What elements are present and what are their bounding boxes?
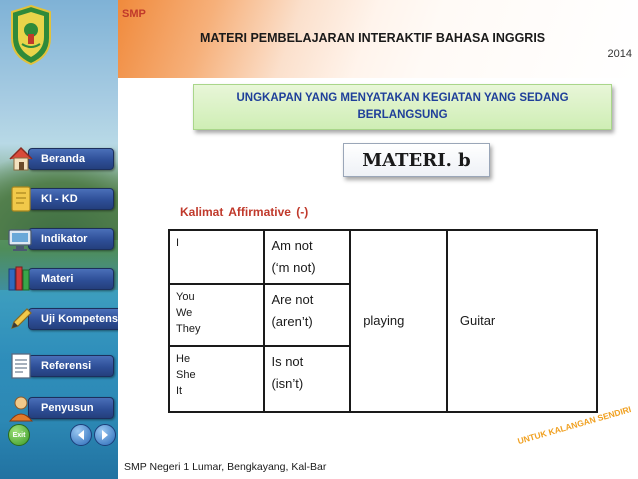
subject-text: It [176,385,183,397]
header-banner: SMP MATERI PEMBELAJARAN INTERAKTIF BAHAS… [118,0,638,78]
subject-text: They [176,323,201,335]
subject-cell: He She It [167,345,266,413]
menu-item-penyusun[interactable]: Penyusun [6,393,114,423]
year-label: 2014 [607,48,632,60]
menu-label: Uji Kompetensi [28,308,118,330]
topic-line-2: BERLANGSUNG [357,109,448,121]
page-title: MATERI PEMBELAJARAN INTERAKTIF BAHASA IN… [200,31,546,45]
menu-item-referensi[interactable]: Referensi [6,351,114,381]
auxiliary-text: Am not [271,238,313,253]
auxiliary-short-text: (‘m not) [271,260,316,275]
notebook-icon [11,186,31,212]
grammar-table: I Am not (‘m not) playing Guitar You We … [167,229,599,413]
navigation-controls: Exit [8,424,116,448]
subject-text: You [176,291,195,303]
object-text: Guitar [459,313,496,328]
menu-item-ki-kd[interactable]: KI - KD [6,184,114,214]
subject-text: He [176,353,191,365]
subject-cell: I [167,229,266,285]
menu-label: Materi [28,268,114,290]
menu-item-indikator[interactable]: Indikator [6,224,114,254]
arrow-left-icon [78,430,84,440]
document-icon [11,353,31,379]
menu-label: Indikator [28,228,114,250]
regency-crest-logo [11,4,51,66]
exit-button[interactable]: Exit [8,424,30,446]
books-icon [8,266,30,291]
subject-text: I [176,237,180,249]
menu-label: Beranda [28,148,114,170]
menu-label: Referensi [28,355,114,377]
previous-button[interactable] [70,424,92,446]
menu-label: KI - KD [28,188,114,210]
house-icon [9,146,33,171]
arrow-right-icon [102,430,108,440]
next-button[interactable] [94,424,116,446]
verb-text: playing [363,313,405,328]
exit-label: Exit [12,431,26,439]
menu-item-materi[interactable]: Materi [6,264,114,294]
topic-box: UNGKAPAN YANG MENYATAKAN KEGIATAN YANG S… [193,84,612,130]
table-row: I Am not (‘m not) playing Guitar [167,229,599,413]
auxiliary-cell: Is not (isn’t) [263,345,352,413]
school-level-label: SMP [122,8,146,20]
object-cell: Guitar [445,229,599,413]
auxiliary-cell: Am not (‘m not) [263,229,352,285]
topic-line-1: UNGKAPAN YANG MENYATAKAN KEGIATAN YANG S… [236,92,569,104]
sidebar: Beranda KI - KD Indikator Materi Uji Kom… [0,0,118,479]
auxiliary-short-text: (isn’t) [271,376,304,391]
section-badge: MATERI. b [343,143,490,177]
subject-cell: You We They [167,283,266,347]
auxiliary-short-text: (aren’t) [271,314,313,329]
pencil-icon [11,308,32,329]
verb-cell: playing [349,229,448,413]
subject-text: She [176,369,196,381]
computer-icon [8,229,32,251]
person-icon [8,396,34,422]
auxiliary-cell: Are not (aren’t) [263,283,352,347]
subject-text: We [176,307,193,319]
footer-school-name: SMP Negeri 1 Lumar, Bengkayang, Kal-Bar [124,461,327,473]
menu-label: Penyusun [28,397,114,419]
section-subtitle: Kalimat Affirmative (-) [180,205,309,219]
menu-item-uji-kompetensi[interactable]: Uji Kompetensi [6,304,118,334]
auxiliary-text: Are not [271,292,314,307]
auxiliary-text: Is not [271,354,304,369]
menu-item-beranda[interactable]: Beranda [6,144,114,174]
